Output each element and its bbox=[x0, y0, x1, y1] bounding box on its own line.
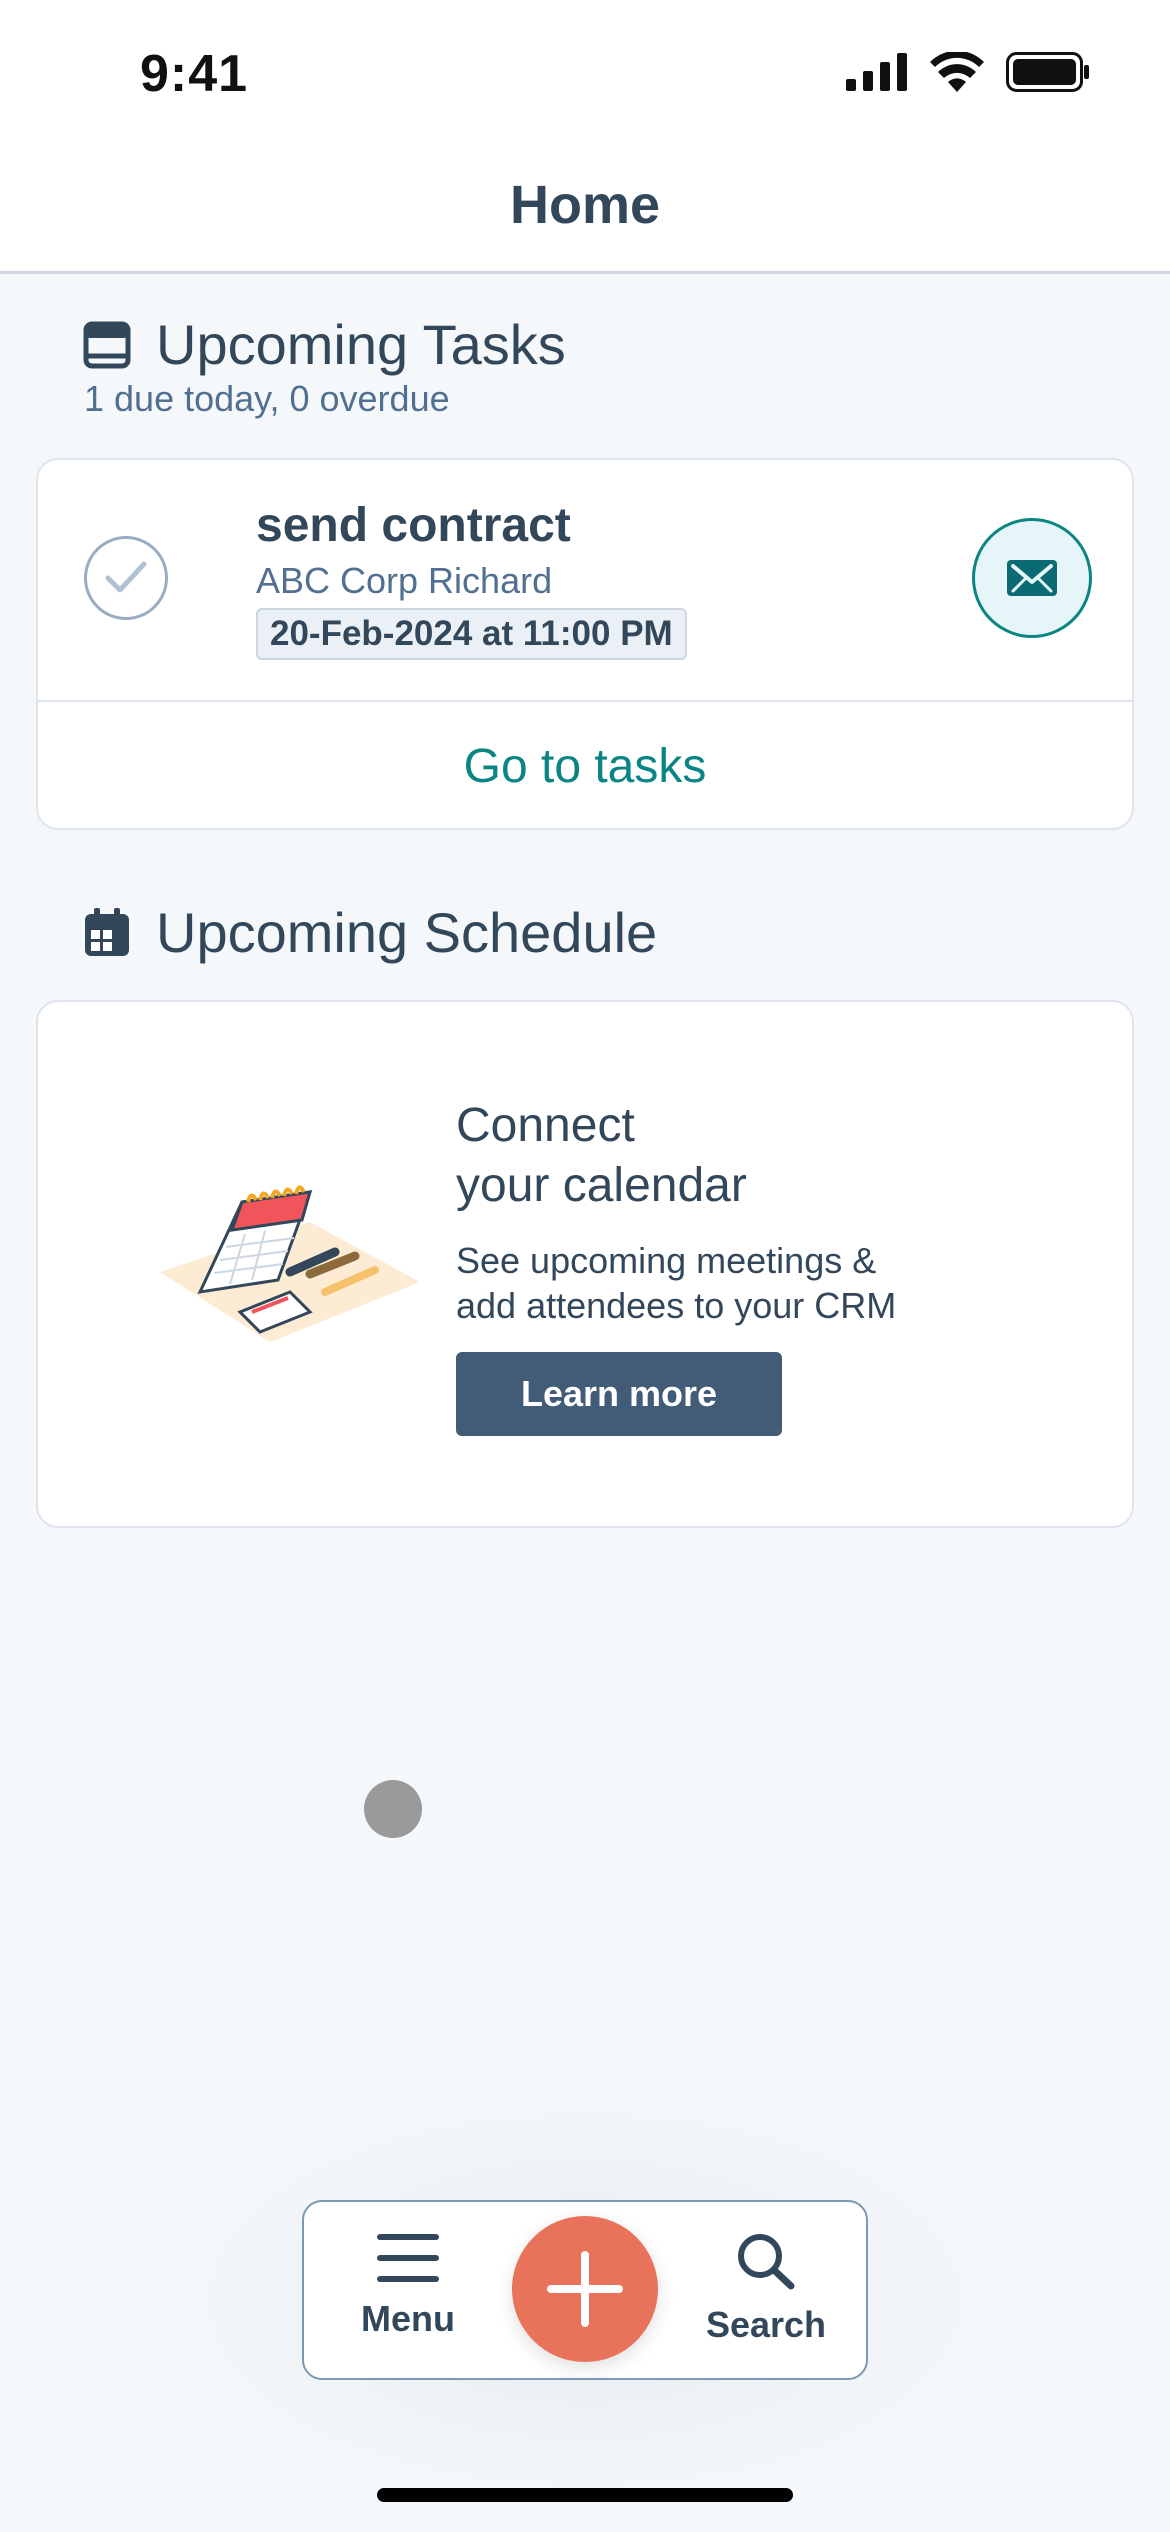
search-tab[interactable]: Search bbox=[686, 2232, 846, 2346]
desk-calendar-illustration bbox=[160, 1185, 420, 1342]
cellular-signal-icon bbox=[846, 53, 907, 91]
task-item[interactable]: send contract ABC Corp Richard 20-Feb-20… bbox=[38, 460, 1132, 702]
tasks-icon bbox=[83, 321, 131, 368]
tasks-card: send contract ABC Corp Richard 20-Feb-20… bbox=[36, 458, 1134, 830]
menu-tab-label: Menu bbox=[361, 2298, 455, 2339]
home-indicator bbox=[377, 2488, 793, 2502]
status-time: 9:41 bbox=[140, 45, 249, 103]
connect-calendar-title: Connect your calendar bbox=[456, 1096, 747, 1216]
status-icons bbox=[846, 52, 1090, 92]
connect-title-line2: your calendar bbox=[456, 1159, 747, 1212]
checkmark-icon bbox=[105, 561, 147, 593]
task-due-date: 20-Feb-2024 at 11:00 PM bbox=[256, 608, 687, 660]
schedule-section-header: Upcoming Schedule bbox=[82, 900, 657, 965]
description-line2: add attendees to your CRM bbox=[456, 1285, 897, 1326]
search-tab-label: Search bbox=[705, 2304, 827, 2345]
create-button[interactable] bbox=[512, 2216, 658, 2362]
navigation-bar: Home bbox=[0, 150, 1170, 274]
menu-tab[interactable]: Menu bbox=[328, 2232, 488, 2340]
go-to-tasks-link[interactable]: Go to tasks bbox=[38, 702, 1132, 830]
complete-task-checkbox[interactable] bbox=[84, 536, 168, 620]
calendar-icon bbox=[85, 907, 129, 956]
tasks-summary: 1 due today, 0 overdue bbox=[84, 378, 450, 419]
learn-more-button[interactable]: Learn more bbox=[456, 1352, 782, 1436]
description-line1: See upcoming meetings & bbox=[456, 1240, 877, 1281]
task-title: send contract bbox=[256, 499, 571, 552]
connect-title-line1: Connect bbox=[456, 1099, 635, 1152]
hamburger-menu-icon bbox=[377, 2234, 439, 2282]
battery-icon bbox=[1006, 52, 1089, 92]
connect-calendar-description: See upcoming meetings & add attendees to… bbox=[456, 1238, 896, 1328]
task-company: ABC Corp Richard bbox=[256, 560, 553, 601]
schedule-section-title: Upcoming Schedule bbox=[156, 901, 658, 964]
tasks-section-header: Upcoming Tasks bbox=[82, 312, 566, 377]
tasks-section-title: Upcoming Tasks bbox=[156, 313, 566, 376]
status-bar: 9:41 bbox=[0, 0, 1170, 150]
email-icon bbox=[1007, 560, 1057, 596]
touch-indicator bbox=[364, 1780, 422, 1838]
wifi-icon bbox=[930, 52, 984, 92]
email-task-button[interactable] bbox=[972, 518, 1092, 638]
connect-calendar-card: Connect your calendar See upcoming meeti… bbox=[36, 1000, 1134, 1528]
page-title: Home bbox=[509, 175, 661, 235]
plus-icon bbox=[547, 2251, 623, 2327]
search-icon bbox=[738, 2234, 795, 2290]
